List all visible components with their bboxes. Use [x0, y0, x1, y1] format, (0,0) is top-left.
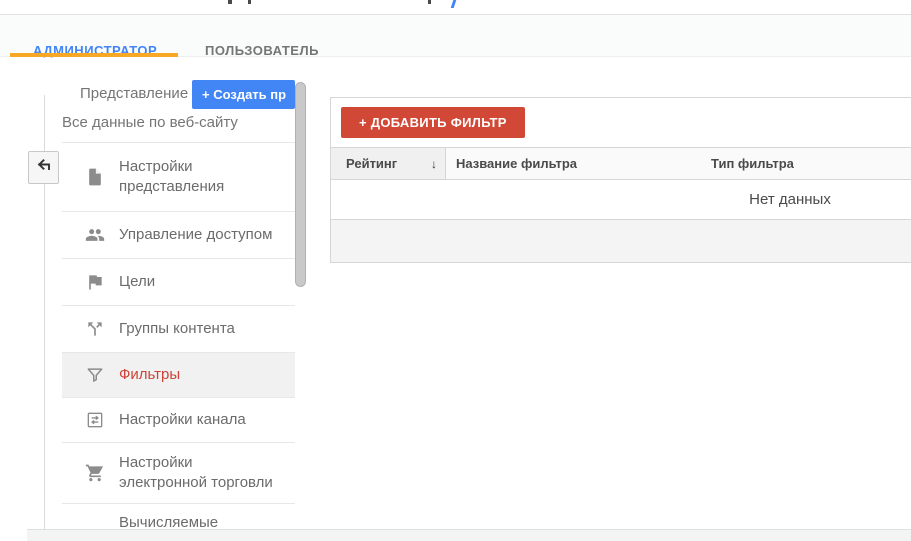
view-name: Все данные по веб-сайту [62, 114, 238, 131]
sidebar-item-label: Настройки канала [119, 410, 284, 430]
view-section-label: Представление [80, 85, 188, 102]
column-header-filter-type: Тип фильтра [696, 156, 911, 171]
back-arrow-icon [36, 157, 52, 178]
create-view-button[interactable]: + Создать пр [192, 80, 295, 109]
active-tab-indicator [10, 53, 178, 57]
table-empty-row: Нет данных [331, 180, 911, 220]
bottom-clipped-band [27, 529, 911, 541]
clipped-link-fragment [451, 0, 457, 8]
flag-icon [85, 272, 105, 292]
sidebar-item-label: Настройки представления [119, 157, 284, 197]
split-icon [85, 319, 105, 339]
channel-icon [85, 410, 105, 430]
analytics-admin-page: АДМИНИСТРАТОР ПОЛЬЗОВАТЕЛЬ Представление… [0, 0, 911, 541]
clipped-text-fragment [248, 0, 251, 4]
clipped-top-strip [0, 0, 911, 15]
sidebar-item-ecommerce-settings[interactable]: Настройки электронной торговли [62, 442, 295, 503]
collapse-sidebar-button[interactable] [28, 151, 59, 184]
sidebar-item-goals[interactable]: Цели [62, 258, 295, 305]
column-header-label: Рейтинг [346, 156, 397, 171]
table-footer-band [331, 220, 911, 262]
tab-user[interactable]: ПОЛЬЗОВАТЕЛЬ [205, 43, 319, 58]
sidebar-item-label: Фильтры [119, 365, 284, 385]
clipped-text-fragment [428, 0, 431, 4]
sidebar-item-content-grouping[interactable]: Группы контента [62, 305, 295, 352]
sort-descending-icon: ↓ [431, 157, 437, 171]
document-icon [85, 167, 105, 187]
panel-toolbar: + ДОБАВИТЬ ФИЛЬТР [331, 98, 911, 147]
sidebar-item-channel-settings[interactable]: Настройки канала [62, 397, 295, 442]
sidebar-item-user-management[interactable]: Управление доступом [62, 211, 295, 258]
sidebar-item-view-settings[interactable]: Настройки представления [62, 142, 295, 211]
empty-message: Нет данных [749, 191, 831, 208]
filters-panel: + ДОБАВИТЬ ФИЛЬТР Рейтинг ↓ Название фил… [330, 97, 911, 263]
funnel-icon [85, 365, 105, 385]
sidebar-item-label: Настройки электронной торговли [119, 453, 284, 493]
tab-bar: АДМИНИСТРАТОР ПОЛЬЗОВАТЕЛЬ [0, 15, 911, 57]
clipped-text-fragment [228, 0, 232, 4]
table-header-row: Рейтинг ↓ Название фильтра Тип фильтра [331, 147, 911, 180]
sidebar-item-filters[interactable]: Фильтры [62, 352, 295, 397]
column-header-rating[interactable]: Рейтинг ↓ [331, 148, 446, 179]
cart-icon [85, 463, 105, 483]
sidebar-item-label: Цели [119, 272, 284, 292]
column-header-filter-name: Название фильтра [446, 156, 696, 171]
sidebar-item-label: Группы контента [119, 319, 284, 339]
sidebar-scrollbar-thumb[interactable] [295, 82, 306, 287]
sidebar-item-label: Управление доступом [119, 225, 284, 245]
add-filter-button[interactable]: + ДОБАВИТЬ ФИЛЬТР [341, 107, 525, 138]
people-icon [85, 225, 105, 245]
